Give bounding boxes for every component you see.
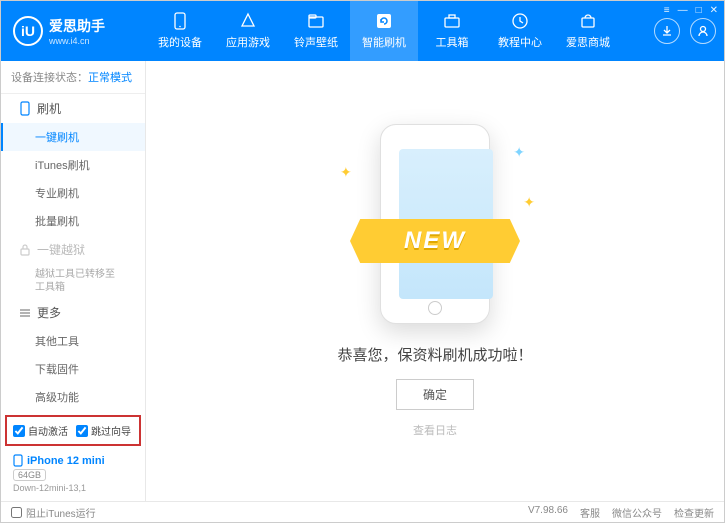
store-icon <box>579 12 597 30</box>
tab-tutorials[interactable]: 教程中心 <box>486 1 554 61</box>
header-actions <box>654 18 716 44</box>
device-name-text: iPhone 12 mini <box>27 455 105 467</box>
book-icon <box>511 12 529 30</box>
minimize-icon[interactable]: — <box>678 5 688 16</box>
footer-link-update[interactable]: 检查更新 <box>674 505 714 520</box>
app-url: www.i4.cn <box>49 36 105 46</box>
device-icon <box>13 454 23 467</box>
phone-illustration: ✦ ✦ ✦ NEW <box>370 124 500 324</box>
lock-icon <box>19 243 31 257</box>
device-info[interactable]: iPhone 12 mini 64GB Down-12mini-13,1 <box>7 450 139 497</box>
sidebar-item-batch-flash[interactable]: 批量刷机 <box>1 207 145 235</box>
tab-toolbox[interactable]: 工具箱 <box>418 1 486 61</box>
app-header: ≡ — □ ✕ iU 爱思助手 www.i4.cn 我的设备 应用游戏 铃声壁纸… <box>1 1 724 61</box>
device-model: Down-12mini-13,1 <box>13 483 133 493</box>
sidebar-item-other-tools[interactable]: 其他工具 <box>1 327 145 355</box>
tab-apps[interactable]: 应用游戏 <box>214 1 282 61</box>
sidebar-item-oneclick-flash[interactable]: 一键刷机 <box>1 123 145 151</box>
close-icon[interactable]: ✕ <box>710 5 718 16</box>
apps-icon <box>239 12 257 30</box>
checkbox-auto-activate[interactable]: 自动激活 <box>13 423 68 438</box>
block-itunes-checkbox[interactable]: 阻止iTunes运行 <box>11 505 96 520</box>
tab-ringtones[interactable]: 铃声壁纸 <box>282 1 350 61</box>
user-button[interactable] <box>690 18 716 44</box>
jailbreak-note: 越狱工具已转移至 工具箱 <box>1 264 145 298</box>
toolbox-icon <box>443 12 461 30</box>
sidebar-item-pro-flash[interactable]: 专业刷机 <box>1 179 145 207</box>
folder-icon <box>307 12 325 30</box>
storage-badge: 64GB <box>13 469 46 481</box>
success-message: 恭喜您，保资料刷机成功啦！ <box>337 344 532 365</box>
sidebar-section-jailbreak: 一键越狱 <box>1 235 145 264</box>
footer-link-wechat[interactable]: 微信公众号 <box>612 505 662 520</box>
ok-button[interactable]: 确定 <box>396 379 474 410</box>
phone-icon <box>19 101 31 116</box>
options-highlighted: 自动激活 跳过向导 <box>5 415 141 446</box>
maximize-icon[interactable]: □ <box>696 5 702 16</box>
sidebar: 设备连接状态：正常模式 刷机 一键刷机 iTunes刷机 专业刷机 批量刷机 一… <box>1 61 146 501</box>
new-ribbon: NEW <box>350 219 520 263</box>
tab-smart-flash[interactable]: 智能刷机 <box>350 1 418 61</box>
footer-link-support[interactable]: 客服 <box>580 505 600 520</box>
menu-lines-icon <box>19 307 31 319</box>
refresh-icon <box>375 12 393 30</box>
main-content: ✦ ✦ ✦ NEW 恭喜您，保资料刷机成功啦！ 确定 查看日志 <box>146 61 724 501</box>
sidebar-item-download-firmware[interactable]: 下载固件 <box>1 355 145 383</box>
version-label: V7.98.66 <box>528 505 568 520</box>
sidebar-section-more[interactable]: 更多 <box>1 298 145 327</box>
app-name: 爱思助手 <box>49 16 105 36</box>
tab-store[interactable]: 爱思商城 <box>554 1 622 61</box>
connection-status: 设备连接状态：正常模式 <box>1 61 145 94</box>
download-button[interactable] <box>654 18 680 44</box>
footer: 阻止iTunes运行 V7.98.66 客服 微信公众号 检查更新 <box>1 501 724 523</box>
window-controls: ≡ — □ ✕ <box>664 5 718 16</box>
nav-tabs: 我的设备 应用游戏 铃声壁纸 智能刷机 工具箱 教程中心 爱思商城 <box>146 1 622 61</box>
logo-area: iU 爱思助手 www.i4.cn <box>1 16 146 46</box>
sidebar-item-itunes-flash[interactable]: iTunes刷机 <box>1 151 145 179</box>
menu-icon[interactable]: ≡ <box>664 5 670 16</box>
view-log-link[interactable]: 查看日志 <box>413 422 457 438</box>
checkbox-skip-guide[interactable]: 跳过向导 <box>76 423 131 438</box>
tab-my-device[interactable]: 我的设备 <box>146 1 214 61</box>
logo-icon: iU <box>13 16 43 46</box>
device-icon <box>171 12 189 30</box>
sidebar-item-advanced[interactable]: 高级功能 <box>1 383 145 411</box>
sidebar-section-flash[interactable]: 刷机 <box>1 94 145 123</box>
